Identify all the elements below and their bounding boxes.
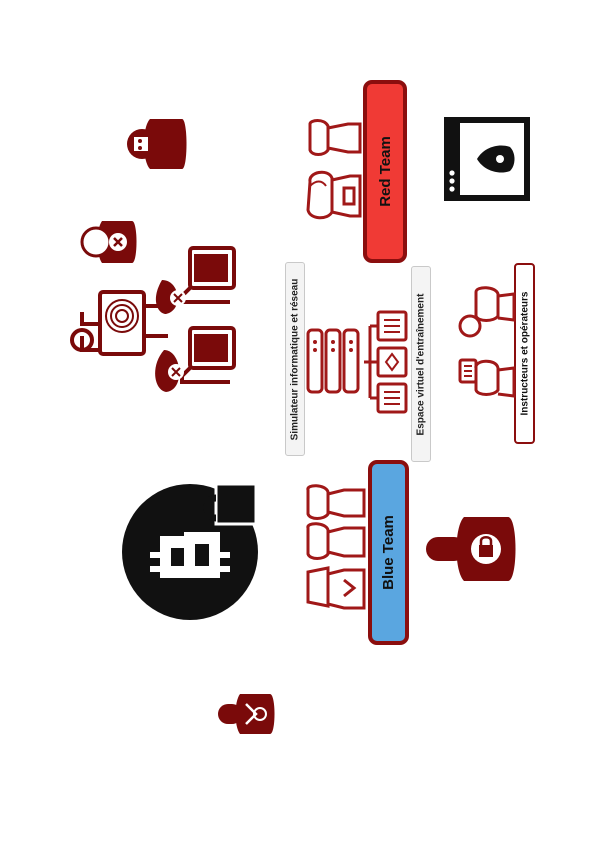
blue-team-text: Blue Team	[380, 515, 397, 590]
red-team-people-icon	[306, 119, 362, 220]
bitcoin-lock-icon	[122, 482, 258, 620]
instructors-text: Instructeurs et opérateurs	[519, 291, 530, 416]
simulator-text: Simulateur informatique et réseau	[289, 278, 301, 440]
instructors-people-icon	[458, 286, 516, 398]
attack-network-diagram	[70, 246, 236, 392]
instructors-label: Instructeurs et opérateurs	[514, 263, 535, 444]
server-rack-icon	[306, 328, 360, 394]
hacker-head-icon-top	[127, 119, 187, 169]
blue-team-people-icon	[306, 484, 366, 610]
virtual-network-icon	[364, 310, 408, 414]
blue-team-label: Blue Team	[368, 460, 409, 645]
simulator-label: Simulateur informatique et réseau	[285, 262, 305, 456]
virtual-space-text: Espace virtuel d'entraînement	[415, 293, 427, 435]
hacker-head-icon-bottom	[218, 694, 275, 734]
monitor-flame-icon	[444, 117, 530, 201]
locked-user-icon	[426, 517, 516, 581]
red-team-label: Red Team	[363, 80, 407, 263]
red-team-text: Red Team	[376, 136, 394, 207]
virtual-space-label: Espace virtuel d'entraînement	[411, 266, 431, 462]
